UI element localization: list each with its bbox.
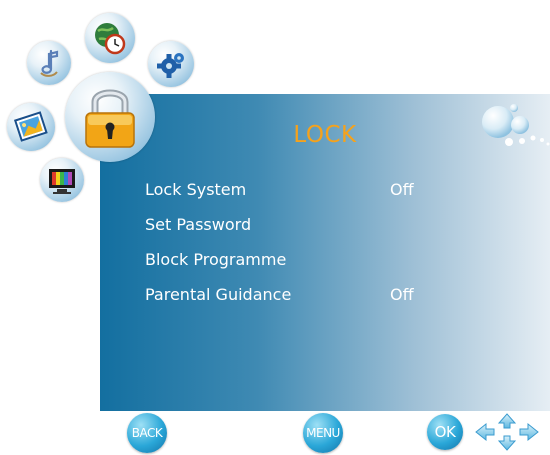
- bubbles-icon: [482, 104, 550, 146]
- gear-icon: [157, 53, 184, 78]
- setup-category-button[interactable]: [148, 41, 194, 87]
- tv-icon: [49, 169, 75, 194]
- picture-icon: [13, 111, 48, 142]
- music-note-icon: [40, 49, 59, 77]
- lock-category-button[interactable]: [65, 72, 155, 162]
- menu-item-set-password[interactable]: Set Password: [145, 215, 545, 250]
- tv-category-button[interactable]: [40, 158, 84, 202]
- picture-category-button[interactable]: [7, 103, 55, 151]
- menu-item-label: Set Password: [145, 215, 252, 234]
- menu-button[interactable]: MENU: [303, 413, 343, 453]
- arrow-keys-icon: [475, 413, 539, 451]
- menu-item-label: Parental Guidance: [145, 285, 292, 304]
- globe-clock-icon: [95, 23, 126, 55]
- menu-item-label: Block Programme: [145, 250, 287, 269]
- music-category-button[interactable]: [27, 41, 71, 85]
- menu-item-parental-guidance[interactable]: Parental Guidance Off: [145, 285, 545, 320]
- menu-item-block-programme[interactable]: Block Programme: [145, 250, 545, 285]
- lock-icon: [85, 89, 135, 148]
- menu-item-value: Off: [390, 180, 414, 199]
- time-category-button[interactable]: [85, 13, 135, 63]
- ok-button[interactable]: OK: [427, 414, 463, 450]
- settings-list: Lock System Off Set Password Block Progr…: [145, 180, 545, 320]
- menu-item-lock-system[interactable]: Lock System Off: [145, 180, 545, 215]
- menu-item-value: Off: [390, 285, 414, 304]
- back-button[interactable]: BACK: [127, 413, 167, 453]
- menu-item-label: Lock System: [145, 180, 247, 199]
